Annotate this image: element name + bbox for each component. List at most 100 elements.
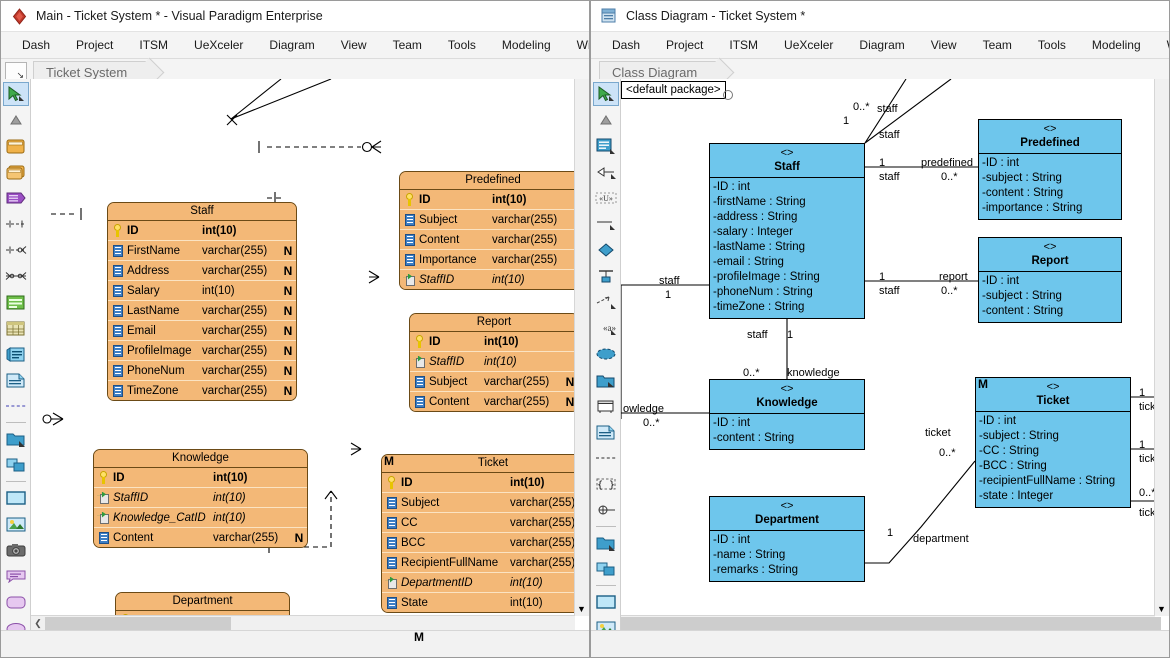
- container-icon[interactable]: [593, 531, 619, 555]
- callout-shape-icon[interactable]: [3, 564, 29, 588]
- er-entity-staff[interactable]: StaffIDint(10)FirstNamevarchar(255)NAddr…: [107, 202, 297, 401]
- menu-item-project[interactable]: Project: [63, 31, 126, 59]
- entity-column-row[interactable]: CCvarchar(255)N: [382, 513, 589, 533]
- entity-column-row[interactable]: FirstNamevarchar(255)N: [108, 241, 296, 261]
- menu-item-modeling[interactable]: Modeling: [489, 31, 564, 59]
- uml-class-department[interactable]: <>Department-ID : int-name : String-rema…: [709, 496, 865, 582]
- er-entity-report[interactable]: ReportIDint(10)StaffIDint(10)Subjectvarc…: [409, 313, 579, 412]
- entity-column-row[interactable]: Importancevarchar(255)N: [400, 250, 586, 270]
- package-icon[interactable]: [593, 368, 619, 392]
- anchor-dash-icon[interactable]: [3, 394, 29, 418]
- entity-column-row[interactable]: StaffIDint(10): [410, 352, 578, 372]
- entity-column-row[interactable]: PhoneNumvarchar(255)N: [108, 361, 296, 381]
- er-entity-predefined[interactable]: PredefinedIDint(10)Subjectvarchar(255)NC…: [399, 171, 587, 290]
- uml-class-predefined[interactable]: <>Predefined-ID : int-subject : String-c…: [978, 119, 1122, 220]
- pointer-tool-icon[interactable]: [3, 82, 29, 106]
- rectangle-shape-icon[interactable]: [593, 590, 619, 614]
- entity-column-row[interactable]: TimeZonevarchar(255)N: [108, 381, 296, 400]
- entity-column-row[interactable]: IDint(10): [400, 190, 586, 210]
- class-diagram-palette[interactable]: «U» «a»: [591, 79, 621, 657]
- usage-dependency-icon[interactable]: «U»: [593, 186, 619, 210]
- menu-item-window-2[interactable]: Wi: [1154, 31, 1170, 59]
- component-icon[interactable]: [593, 394, 619, 418]
- main-menubar[interactable]: Dash Project ITSM UeXceler Diagram View …: [1, 31, 589, 59]
- view-tool-icon[interactable]: [3, 160, 29, 184]
- entity-column-row[interactable]: IDint(10): [410, 332, 578, 352]
- collaboration-icon[interactable]: [593, 342, 619, 366]
- class-diagram-canvas[interactable]: <default package>: [621, 79, 1169, 657]
- er-entity-ticket[interactable]: MTicketIDint(10)Subjectvarchar(255)NCCva…: [381, 454, 589, 613]
- rectangle-shape-icon[interactable]: [3, 486, 29, 510]
- menu-item-diagram-2[interactable]: Diagram: [846, 31, 917, 59]
- menu-item-project-2[interactable]: Project: [653, 31, 716, 59]
- association-line-icon[interactable]: [593, 212, 619, 236]
- anchor-text-icon[interactable]: «a»: [593, 316, 619, 340]
- scroll-down-arrow-icon-2[interactable]: ▼: [1157, 604, 1166, 614]
- entity-column-row[interactable]: BCCvarchar(255)N: [382, 533, 589, 553]
- anchor-dash-icon[interactable]: [593, 446, 619, 470]
- database-tool-icon[interactable]: [3, 186, 29, 210]
- entity-column-row[interactable]: Subjectvarchar(255)N: [410, 372, 578, 392]
- shape-group-icon[interactable]: [3, 453, 29, 477]
- note-icon[interactable]: [3, 368, 29, 392]
- er-horizontal-scrollbar[interactable]: ❮: [31, 615, 575, 631]
- entity-column-row[interactable]: Subjectvarchar(255)N: [400, 210, 586, 230]
- one-to-one-relationship-icon[interactable]: [3, 212, 29, 236]
- menu-item-diagram[interactable]: Diagram: [256, 31, 327, 59]
- package-tab-label[interactable]: <default package>: [621, 81, 726, 99]
- class-tool-icon[interactable]: [593, 134, 619, 158]
- menu-item-dash-2[interactable]: Dash: [599, 31, 653, 59]
- entity-column-row[interactable]: LastNamevarchar(255)N: [108, 301, 296, 321]
- entity-column-row[interactable]: Subjectvarchar(255)N: [382, 493, 589, 513]
- entity-column-row[interactable]: Contentvarchar(255)N: [400, 230, 586, 250]
- entity-column-row[interactable]: IDint(10): [94, 468, 307, 488]
- generalization-tool-icon[interactable]: [3, 108, 29, 132]
- many-to-many-relationship-icon[interactable]: [3, 264, 29, 288]
- entity-column-row[interactable]: Addressvarchar(255)N: [108, 261, 296, 281]
- er-hscroll-thumb[interactable]: [45, 617, 231, 630]
- menu-item-itsm[interactable]: ITSM: [126, 31, 181, 59]
- menu-item-modeling-2[interactable]: Modeling: [1079, 31, 1154, 59]
- entity-column-row[interactable]: Contentvarchar(255)N: [94, 528, 307, 547]
- menu-item-view-2[interactable]: View: [918, 31, 970, 59]
- entity-column-row[interactable]: ProfileImagevarchar(255)N: [108, 341, 296, 361]
- generalization-tool-icon[interactable]: [593, 108, 619, 132]
- rounded-rect-shape-icon[interactable]: [3, 590, 29, 614]
- entity-column-row[interactable]: Emailvarchar(255)N: [108, 321, 296, 341]
- menu-item-window[interactable]: Wind: [564, 31, 590, 59]
- image-shape-icon[interactable]: [3, 512, 29, 536]
- generalization-arrow-icon[interactable]: [593, 160, 619, 184]
- menu-item-team-2[interactable]: Team: [970, 31, 1025, 59]
- stored-procedure-icon[interactable]: [3, 342, 29, 366]
- er-entity-knowledge[interactable]: KnowledgeIDint(10)StaffIDint(10)Knowledg…: [93, 449, 308, 548]
- entity-column-row[interactable]: StaffIDint(10): [400, 270, 586, 289]
- menu-item-tools[interactable]: Tools: [435, 31, 489, 59]
- dependency-icon[interactable]: [593, 290, 619, 314]
- uml-horizontal-scrollbar[interactable]: [621, 615, 1155, 631]
- entity-column-row[interactable]: RecipientFullNamevarchar(255)N: [382, 553, 589, 573]
- uml-vertical-scrollbar[interactable]: ▼: [1154, 79, 1169, 616]
- pointer-tool-icon[interactable]: [593, 82, 619, 106]
- constraint-icon[interactable]: { }: [593, 472, 619, 496]
- entity-column-row[interactable]: Contentvarchar(255)N: [410, 392, 578, 411]
- class-menubar[interactable]: Dash Project ITSM UeXceler Diagram View …: [591, 31, 1169, 59]
- association-class-diamond-icon[interactable]: [593, 238, 619, 262]
- entity-column-row[interactable]: StaffIDint(10): [94, 488, 307, 508]
- entity-column-row[interactable]: Stateint(10)N: [382, 593, 589, 612]
- uml-class-ticket[interactable]: M<>Ticket-ID : int-subject : String-CC :…: [975, 377, 1131, 508]
- uml-class-knowledge[interactable]: <>Knowledge-ID : int-content : String: [709, 379, 865, 450]
- one-to-many-relationship-icon[interactable]: [3, 238, 29, 262]
- port-icon[interactable]: [593, 498, 619, 522]
- uml-class-staff[interactable]: <>Staff-ID : int-firstName : String-addr…: [709, 143, 865, 319]
- uml-hscroll-thumb[interactable]: [621, 617, 1161, 630]
- table-record-editor-icon[interactable]: [3, 290, 29, 314]
- container-icon[interactable]: [3, 427, 29, 451]
- uml-class-report[interactable]: <>Report-ID : int-subject : String-conte…: [978, 237, 1122, 323]
- scroll-down-arrow-icon[interactable]: ▼: [577, 604, 586, 614]
- instance-specification-icon[interactable]: [593, 264, 619, 288]
- entity-column-row[interactable]: DepartmentIDint(10): [382, 573, 589, 593]
- menu-item-itsm-2[interactable]: ITSM: [716, 31, 771, 59]
- menu-item-uexceler-2[interactable]: UeXceler: [771, 31, 846, 59]
- menu-item-team[interactable]: Team: [380, 31, 435, 59]
- entity-column-row[interactable]: IDint(10): [108, 221, 296, 241]
